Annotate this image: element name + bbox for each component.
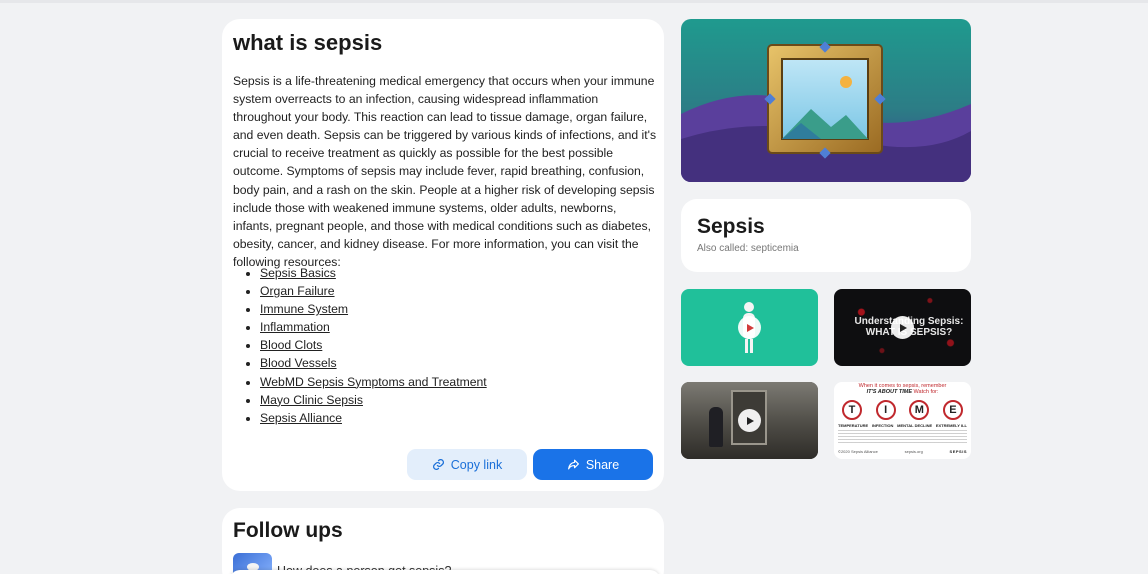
person-figure xyxy=(709,407,723,447)
hero-image[interactable] xyxy=(681,19,971,182)
video-thumbnail-1[interactable] xyxy=(681,289,818,366)
resource-link-webmd[interactable]: WebMD Sepsis Symptoms and Treatment xyxy=(260,375,487,389)
resource-link-inflammation[interactable]: Inflammation xyxy=(260,320,330,334)
letter-i: I xyxy=(875,400,896,420)
list-item: Blood Clots xyxy=(260,336,487,354)
play-icon[interactable] xyxy=(738,316,761,339)
label-infection: INFECTION xyxy=(871,423,894,428)
video-thumbnail-2[interactable]: Understanding Sepsis: WHAT IS SEPSIS? xyxy=(834,289,971,366)
letter-t: T xyxy=(842,400,862,420)
top-bar xyxy=(0,0,1148,3)
infographic-header: When it comes to sepsis, remember IT'S A… xyxy=(834,382,971,395)
footer-brand: SEPSIS xyxy=(949,449,967,454)
image-placeholder-illustration xyxy=(681,19,971,182)
list-item: Sepsis Basics xyxy=(260,264,487,282)
answer-title: what is sepsis xyxy=(233,30,383,55)
list-item: Mayo Clinic Sepsis xyxy=(260,391,487,409)
resource-link-sepsis-basics[interactable]: Sepsis Basics xyxy=(260,266,336,280)
letter-m: M xyxy=(909,400,930,420)
share-arrow-icon xyxy=(567,459,579,470)
infographic-thumbnail[interactable]: When it comes to sepsis, remember IT'S A… xyxy=(834,382,971,459)
list-item: Sepsis Alliance xyxy=(260,409,487,427)
resource-link-mayo-clinic[interactable]: Mayo Clinic Sepsis xyxy=(260,393,363,407)
list-item: Immune System xyxy=(260,300,487,318)
infographic-footer: ©2020 Sepsis Alliance sepsis.org SEPSIS xyxy=(838,449,967,454)
resource-link-blood-vessels[interactable]: Blood Vessels xyxy=(260,356,337,370)
label-temperature: TEMPERATURE xyxy=(838,423,869,428)
share-label: Share xyxy=(585,457,620,472)
share-button[interactable]: Share xyxy=(533,449,653,480)
list-item: WebMD Sepsis Symptoms and Treatment xyxy=(260,373,487,391)
copy-link-label: Copy link xyxy=(450,457,503,472)
link-icon xyxy=(432,459,444,470)
label-mental-decline: MENTAL DECLINE xyxy=(897,423,933,428)
footer-url: sepsis.org xyxy=(904,449,923,454)
list-item: Blood Vessels xyxy=(260,354,487,372)
bottom-overlay-bar xyxy=(230,570,660,574)
time-labels: TEMPERATURE INFECTION MENTAL DECLINE EXT… xyxy=(838,423,967,428)
letter-e: E xyxy=(942,400,963,420)
video-thumbnail-3[interactable] xyxy=(681,382,818,459)
footer-copyright: ©2020 Sepsis Alliance xyxy=(838,449,878,454)
list-item: Inflammation xyxy=(260,318,487,336)
answer-card: what is sepsis Sepsis is a life-threaten… xyxy=(222,19,664,491)
list-item: Organ Failure xyxy=(260,282,487,300)
knowledge-panel: Sepsis Also called: septicemia xyxy=(681,199,971,272)
infographic-watch-for: Watch for: xyxy=(913,389,939,395)
time-letters: T I M E xyxy=(842,400,963,420)
resource-link-immune-system[interactable]: Immune System xyxy=(260,302,348,316)
followups-title: Follow ups xyxy=(233,519,343,542)
knowledge-panel-subtitle: Also called: septicemia xyxy=(697,243,799,254)
resource-link-blood-clots[interactable]: Blood Clots xyxy=(260,338,322,352)
infographic-tagline: IT'S ABOUT TIME xyxy=(866,389,913,395)
label-extremely-ill: EXTREMELY ILL xyxy=(935,423,967,428)
copy-link-button[interactable]: Copy link xyxy=(407,449,527,480)
infographic-fine-print xyxy=(838,430,967,444)
resource-link-organ-failure[interactable]: Organ Failure xyxy=(260,284,335,298)
resource-link-sepsis-alliance[interactable]: Sepsis Alliance xyxy=(260,411,342,425)
knowledge-panel-title: Sepsis xyxy=(697,215,765,238)
answer-body: Sepsis is a life-threatening medical eme… xyxy=(233,74,657,269)
play-icon[interactable] xyxy=(738,409,761,432)
resource-list: Sepsis Basics Organ Failure Immune Syste… xyxy=(250,264,487,427)
play-icon[interactable] xyxy=(891,316,914,339)
followups-card: Follow ups How does a person get sepsis? xyxy=(222,508,664,574)
